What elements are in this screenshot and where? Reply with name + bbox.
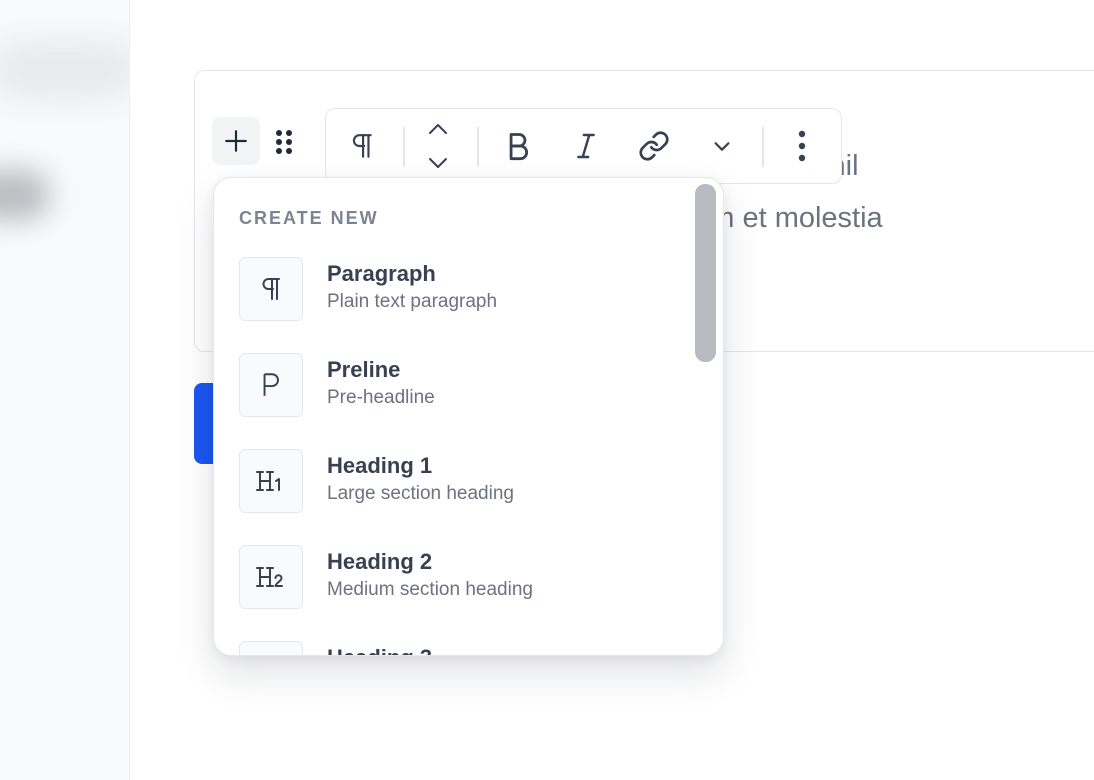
menu-item-title: Heading 1 xyxy=(327,453,433,478)
more-formatting-button[interactable] xyxy=(698,109,746,183)
move-block-button[interactable] xyxy=(416,109,460,183)
menu-item-heading-2[interactable]: Heading 2 Medium section heading xyxy=(239,545,679,611)
link-icon xyxy=(639,131,669,161)
create-block-menu: CREATE NEW Paragraph Plain text paragrap… xyxy=(213,177,724,656)
menu-item-description: Plain text paragraph xyxy=(327,291,498,312)
italic-button[interactable] xyxy=(562,109,610,183)
chevron-down-icon xyxy=(714,142,730,151)
drag-handle-icon xyxy=(276,130,292,154)
more-vertical-icon xyxy=(798,130,806,162)
menu-item-description: Medium section heading xyxy=(327,579,533,600)
sidebar-blur-item xyxy=(0,40,129,100)
block-type-button[interactable] xyxy=(336,109,388,183)
menu-item-description: Pre-headline xyxy=(327,387,435,408)
menu-item-title: Heading 2 xyxy=(327,549,433,574)
toolbar-divider xyxy=(477,127,479,167)
menu-item-paragraph[interactable]: Paragraph Plain text paragraph xyxy=(239,257,679,323)
italic-icon xyxy=(577,133,595,159)
heading-2-icon xyxy=(239,545,303,609)
plus-icon xyxy=(225,130,247,152)
preline-icon xyxy=(239,353,303,417)
menu-item-title: Preline xyxy=(327,357,401,382)
block-options-button[interactable] xyxy=(778,109,826,183)
menu-header: CREATE NEW xyxy=(239,208,379,228)
link-button[interactable] xyxy=(630,109,678,183)
block-toolbar xyxy=(325,108,842,184)
menu-item-preline[interactable]: Preline Pre-headline xyxy=(239,353,679,419)
add-block-button[interactable] xyxy=(212,117,260,165)
heading-3-icon xyxy=(239,641,303,655)
bold-button[interactable] xyxy=(494,109,542,183)
menu-item-heading-3[interactable]: Heading 3 xyxy=(239,641,679,655)
menu-item-title: Paragraph xyxy=(327,261,436,286)
menu-item-description: Large section heading xyxy=(327,483,514,504)
toolbar-divider xyxy=(762,127,764,167)
menu-scrollbar[interactable] xyxy=(695,184,716,362)
move-up-down-icon xyxy=(429,124,447,168)
sidebar-blur-item xyxy=(0,170,50,220)
paragraph-icon xyxy=(352,134,372,158)
paragraph-icon xyxy=(239,257,303,321)
toolbar-divider xyxy=(403,127,405,167)
bold-icon xyxy=(509,133,529,161)
menu-item-title: Heading 3 xyxy=(327,645,432,655)
drag-handle-button[interactable] xyxy=(270,124,298,160)
menu-item-heading-1[interactable]: Heading 1 Large section heading xyxy=(239,449,679,515)
heading-1-icon xyxy=(239,449,303,513)
sidebar xyxy=(0,0,130,780)
